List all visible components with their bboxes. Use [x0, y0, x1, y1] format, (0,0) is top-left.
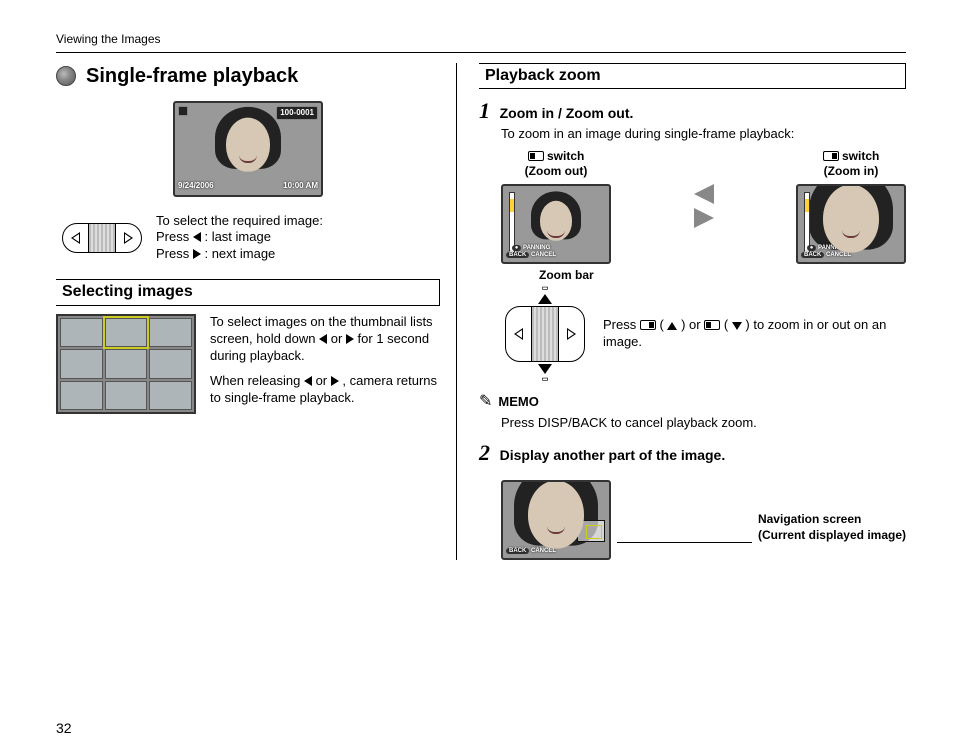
zoom-in-tick-icon: ▭	[542, 284, 549, 293]
memo-icon: ✎	[479, 394, 492, 410]
running-head: Viewing the Images	[56, 32, 906, 48]
page-number: 32	[56, 719, 72, 737]
section-title-single-frame: Single-frame playback	[86, 63, 298, 89]
down-arrow-icon	[732, 322, 742, 330]
step-1-title: Zoom in / Zoom out.	[500, 105, 634, 121]
dpad-up-arrow-icon	[538, 294, 552, 304]
up-arrow-icon	[667, 322, 677, 330]
left-column: Single-frame playback 100-0001 9/24/2006…	[56, 63, 456, 560]
back-label-1: BACK	[506, 252, 529, 258]
press-label-1: Press	[156, 229, 193, 244]
leader-line	[617, 542, 752, 543]
zoom-out-tick-icon: ▭	[542, 375, 549, 384]
zoom-in-label-b: (Zoom in)	[824, 164, 879, 178]
selecting-body-2a: When releasing	[210, 373, 304, 388]
zoom-instr-p2: (	[724, 317, 728, 332]
right-arrow-icon	[193, 249, 201, 259]
dpad-left-arrow-icon-2	[514, 328, 523, 340]
zoom-instr-a: Press	[603, 317, 640, 332]
cancel-label-3: CANCEL	[531, 548, 556, 554]
zoom-instr-or: ) or	[681, 317, 704, 332]
zoom-instr-p1: (	[659, 317, 663, 332]
zoom-out-label-b: (Zoom out)	[525, 164, 588, 178]
back-label-3: BACK	[506, 548, 529, 554]
dpad-left-right-icon	[62, 223, 142, 253]
manual-page: { "running_head": "Viewing the Images", …	[0, 0, 954, 755]
right-column: Playback zoom 1 Zoom in / Zoom out. To z…	[456, 63, 906, 560]
step-number-2: 2	[479, 440, 490, 465]
back-label-2: BACK	[801, 252, 824, 258]
date-label: 9/24/2006	[178, 181, 214, 191]
dpad-left-arrow-icon	[71, 232, 80, 244]
zoom-out-label-a: switch	[547, 149, 584, 163]
section-bullet-icon	[56, 66, 76, 86]
thumbnail-grid-preview	[56, 314, 196, 414]
dpad-zoom-icon: ▭ ▭	[505, 306, 585, 362]
lcd-playback-preview: 100-0001 9/24/2006 10:00 AM	[173, 101, 323, 197]
right-arrow-icon-2	[346, 334, 354, 344]
press-label-2: Press	[156, 246, 193, 261]
nav-caption-1: Navigation screen	[758, 512, 861, 526]
cancel-label-2: CANCEL	[826, 252, 851, 258]
switch-icon-out	[704, 320, 720, 330]
select-lead: To select the required image:	[156, 213, 323, 230]
left-arrow-icon-2	[319, 334, 327, 344]
last-image-label: : last image	[204, 229, 270, 244]
step-number-1: 1	[479, 98, 490, 123]
selecting-body: To select images on the thumbnail lists …	[210, 314, 440, 406]
lcd-zoom-in-preview: ● PANNING BACK CANCEL	[796, 184, 906, 264]
zoom-in-label-a: switch	[842, 149, 879, 163]
rule	[56, 52, 906, 53]
dpad-right-arrow-icon-2	[567, 328, 576, 340]
lcd-zoom-out-preview: ● PANNING BACK CANCEL	[501, 184, 611, 264]
left-arrow-icon-3	[304, 376, 312, 386]
fat-arrow-right-icon	[694, 208, 714, 228]
memo-label: MEMO	[498, 394, 538, 411]
dpad-down-arrow-icon	[538, 364, 552, 374]
zoom-instruction: Press ( ) or ( ) to zoom in or out on an…	[603, 317, 906, 351]
step-2-title: Display another part of the image.	[500, 447, 726, 463]
right-arrow-icon-3	[331, 376, 339, 386]
cancel-label-1: CANCEL	[531, 252, 556, 258]
nav-caption-2: (Current displayed image)	[758, 528, 906, 542]
dpad-right-arrow-icon	[124, 232, 133, 244]
left-arrow-icon	[193, 232, 201, 242]
selecting-or-2: or	[316, 373, 331, 388]
memo-body: Press DISP/BACK to cancel playback zoom.	[501, 415, 906, 432]
playback-mode-icon	[178, 106, 188, 116]
lcd-navigation-preview: BACK CANCEL	[501, 480, 611, 560]
next-image-label: : next image	[204, 246, 275, 261]
step-1-intro: To zoom in an image during single-frame …	[501, 126, 906, 143]
subheading-selecting-images: Selecting images	[56, 279, 440, 306]
zoom-in-switch-icon	[823, 151, 839, 161]
select-image-instructions: To select the required image: Press : la…	[156, 213, 323, 264]
subheading-playback-zoom: Playback zoom	[479, 63, 906, 90]
time-label: 10:00 AM	[283, 181, 318, 191]
navigation-caption: Navigation screen (Current displayed ima…	[758, 512, 906, 543]
zoom-out-switch-icon	[528, 151, 544, 161]
zoom-bar-caption: Zoom bar	[539, 268, 906, 284]
selecting-or-1: or	[331, 331, 346, 346]
switch-icon-in	[640, 320, 656, 330]
panning-label-1: PANNING	[523, 245, 550, 251]
fat-arrow-left-icon	[694, 184, 714, 204]
zoom-direction-arrows	[694, 184, 714, 228]
file-number-label: 100-0001	[276, 106, 318, 120]
